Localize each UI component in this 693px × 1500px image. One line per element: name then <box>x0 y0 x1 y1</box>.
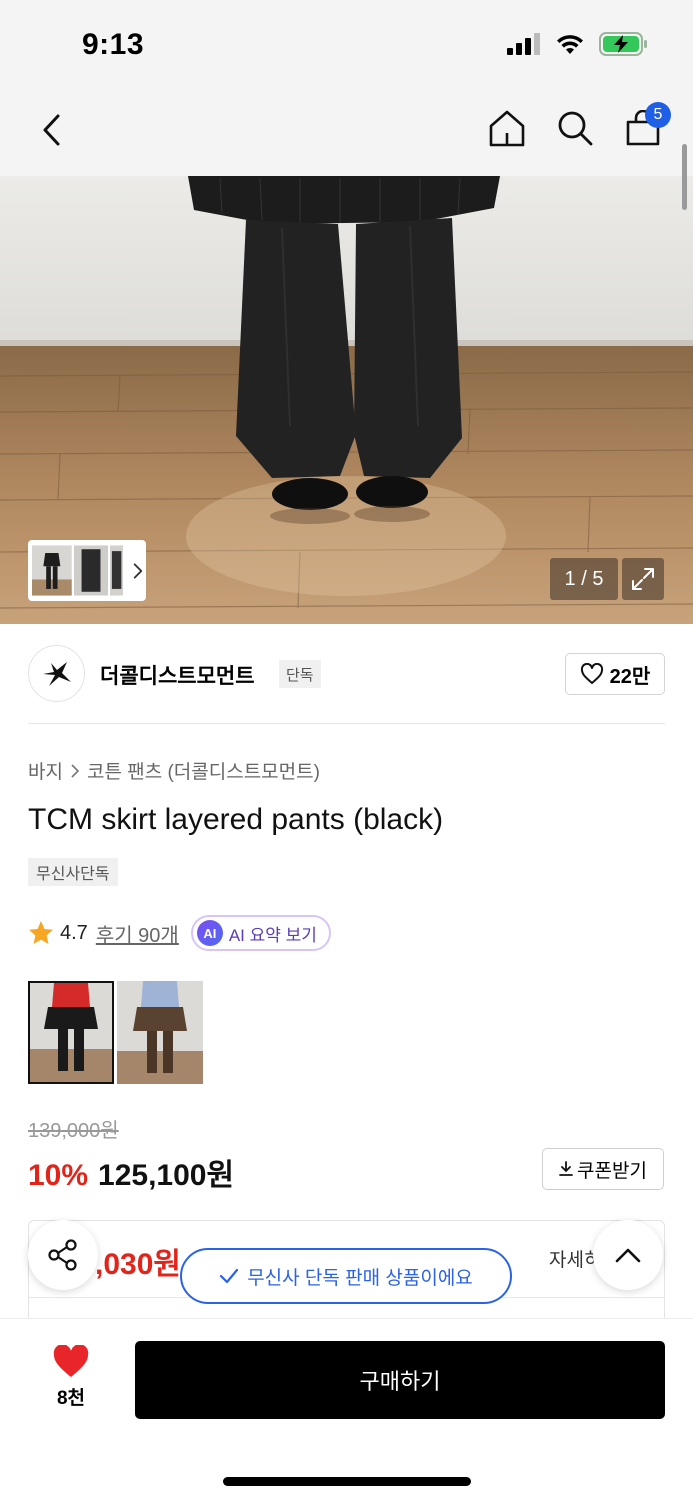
wishlist-button[interactable]: 8천 <box>30 1345 112 1419</box>
buy-button[interactable]: 구매하기 <box>135 1341 665 1419</box>
breadcrumb-category[interactable]: 바지 <box>28 757 63 784</box>
wifi-icon <box>557 35 583 54</box>
breadcrumb-chevron-icon <box>71 763 80 778</box>
status-time: 9:13 <box>82 28 145 61</box>
chevron-left-icon <box>43 114 60 146</box>
exclusive-toast: 무신사 단독 판매 상품이에요 <box>180 1248 512 1304</box>
breadcrumb: 바지 코튼 팬츠 (더콜디스트모먼트) <box>28 757 320 784</box>
cart-button[interactable]: 5 <box>623 102 671 150</box>
brand-row: 더콜디스트모먼트 단독 22만 <box>28 644 665 704</box>
wishlist-count: 8천 <box>56 1388 86 1409</box>
home-icon <box>489 110 525 147</box>
ai-badge-icon: AI <box>196 920 223 946</box>
product-title: TCM skirt layered pants (black) <box>28 803 444 836</box>
back-button[interactable] <box>30 108 74 152</box>
brand-name[interactable]: 더콜디스트모먼트 <box>100 660 255 690</box>
coupon-button[interactable]: 쿠폰받기 <box>542 1148 664 1190</box>
heart-outline-icon <box>580 663 603 684</box>
cart-count-badge: 5 <box>645 102 671 128</box>
download-icon <box>559 1161 573 1176</box>
share-icon <box>48 1239 77 1271</box>
home-indicator <box>223 1477 471 1486</box>
bottom-action-bar: 8천 구매하기 <box>0 1318 693 1500</box>
ai-summary-label: AI 요약 보기 <box>228 925 317 945</box>
checkmark-icon <box>220 1268 239 1284</box>
expand-icon <box>632 568 654 590</box>
heart-filled-icon <box>53 1345 89 1377</box>
color-option-black-image <box>30 983 112 1082</box>
color-option-black[interactable] <box>28 981 114 1084</box>
toast-message: 무신사 단독 판매 상품이에요 <box>247 1267 473 1289</box>
page-scrollbar[interactable] <box>682 144 687 210</box>
breadcrumb-subcategory[interactable]: 코튼 팬츠 (더콜디스트모먼트) <box>87 757 320 784</box>
benefit-amount: ,030원 <box>95 1248 181 1281</box>
sale-price: 125,100원 <box>98 1159 235 1192</box>
price-row: 10% 125,100원 <box>28 1150 234 1194</box>
star-icon <box>29 921 53 944</box>
original-price: 139,000원 <box>28 1120 119 1142</box>
share-button[interactable] <box>28 1220 98 1290</box>
brand-like-button[interactable]: 22만 <box>565 653 665 695</box>
review-count-link[interactable]: 후기 90개 <box>96 919 179 948</box>
color-option-brown[interactable] <box>117 981 203 1084</box>
rating-row: 4.7 후기 90개 AI AI 요약 보기 <box>28 914 331 952</box>
brand-star-logo-icon <box>42 661 71 686</box>
search-icon <box>558 111 593 146</box>
gallery-thumbnail-1[interactable] <box>32 544 72 597</box>
rating-value: 4.7 <box>60 921 88 944</box>
discount-rate: 10% <box>28 1159 89 1192</box>
brand-exclusive-tag: 단독 <box>279 660 321 688</box>
gallery-thumbnail-3[interactable] <box>109 544 123 597</box>
gallery-thumbnail-strip[interactable] <box>28 540 146 601</box>
home-button[interactable] <box>487 106 527 150</box>
exclusive-tag: 무신사단독 <box>28 858 118 886</box>
image-counter: 1 / 5 <box>550 558 618 600</box>
nav-bar: 5 <box>0 88 693 176</box>
expand-button[interactable] <box>622 558 664 600</box>
color-option-brown-image <box>117 981 203 1084</box>
brand-logo[interactable] <box>28 645 85 702</box>
gallery-thumbnail-2[interactable] <box>73 544 108 597</box>
status-bar: 9:13 <box>0 0 693 88</box>
battery-charging-icon <box>599 32 647 56</box>
chevron-right-icon[interactable] <box>129 560 146 582</box>
nav-actions: 5 <box>487 102 671 150</box>
ai-summary-button[interactable]: AI AI 요약 보기 <box>190 915 331 951</box>
status-icons <box>507 32 649 56</box>
search-button[interactable] <box>555 106 595 150</box>
scroll-top-button[interactable] <box>593 1220 663 1290</box>
brand-like-count: 22만 <box>609 665 651 688</box>
coupon-label: 쿠폰받기 <box>577 1160 647 1182</box>
chevron-up-icon <box>615 1248 641 1263</box>
brand-divider <box>28 723 665 724</box>
cellular-signal-icon <box>507 33 540 55</box>
